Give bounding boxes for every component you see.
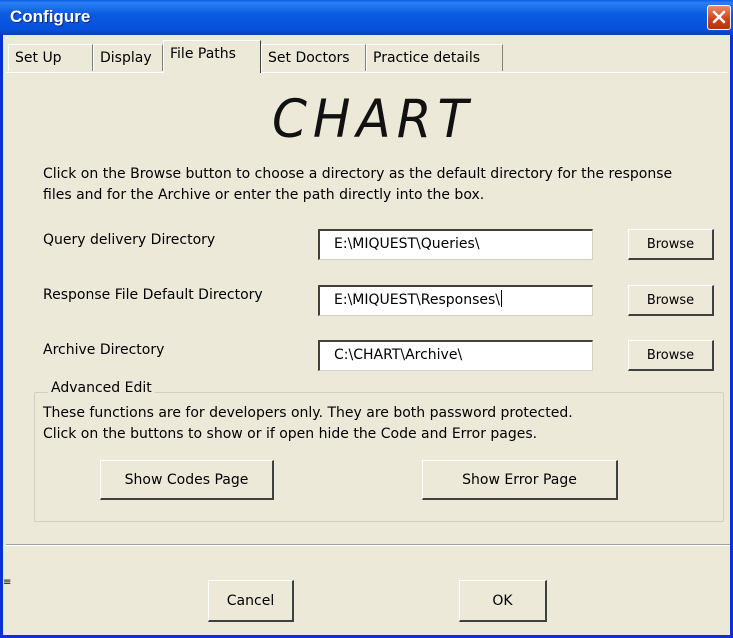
- response-directory-label: Response File Default Directory: [43, 287, 263, 303]
- tab-display[interactable]: Display: [93, 44, 163, 71]
- instructions-text: Click on the Browse button to choose a d…: [43, 166, 673, 203]
- tab-practice-details[interactable]: Practice details: [366, 44, 503, 71]
- browse-archive-button[interactable]: Browse: [628, 340, 714, 371]
- archive-directory-label: Archive Directory: [43, 342, 165, 358]
- archive-directory-value: C:\CHART\Archive\: [334, 347, 463, 363]
- tab-set-up[interactable]: Set Up: [8, 44, 93, 71]
- edge-mark: ≡: [3, 577, 12, 588]
- query-directory-input[interactable]: E:\MIQUEST\Queries\: [318, 229, 593, 260]
- tab-file-paths[interactable]: File Paths: [163, 40, 261, 73]
- advanced-edit-line-2: Click on the buttons to show or if open …: [43, 426, 538, 442]
- archive-directory-input[interactable]: C:\CHART\Archive\: [318, 340, 593, 371]
- show-error-page-button[interactable]: Show Error Page: [422, 460, 618, 500]
- advanced-edit-legend: Advanced Edit: [48, 380, 155, 396]
- query-directory-label: Query delivery Directory: [43, 232, 216, 248]
- advanced-edit-description: These functions are for developers only.…: [43, 403, 723, 445]
- response-directory-value: E:\MIQUEST\Responses\: [334, 292, 501, 308]
- text-caret: [501, 290, 503, 307]
- configure-dialog: Configure Set Up Display File Paths Set …: [0, 0, 733, 638]
- chart-logo: CHART: [272, 88, 474, 150]
- query-directory-value: E:\MIQUEST\Queries\: [334, 236, 480, 252]
- window-title: Configure: [10, 7, 91, 26]
- advanced-edit-line-1: These functions are for developers only.…: [43, 405, 573, 421]
- ok-button[interactable]: OK: [459, 580, 547, 622]
- response-directory-input[interactable]: E:\MIQUEST\Responses\: [318, 285, 593, 316]
- cancel-button[interactable]: Cancel: [208, 580, 294, 622]
- footer-separator: [6, 544, 730, 546]
- browse-query-button[interactable]: Browse: [628, 229, 714, 260]
- close-button[interactable]: [707, 5, 731, 30]
- title-bar[interactable]: Configure: [0, 0, 733, 35]
- show-codes-page-button[interactable]: Show Codes Page: [100, 460, 274, 500]
- close-x-icon: [712, 10, 726, 24]
- browse-response-button[interactable]: Browse: [628, 285, 714, 316]
- tab-set-doctors[interactable]: Set Doctors: [261, 44, 366, 71]
